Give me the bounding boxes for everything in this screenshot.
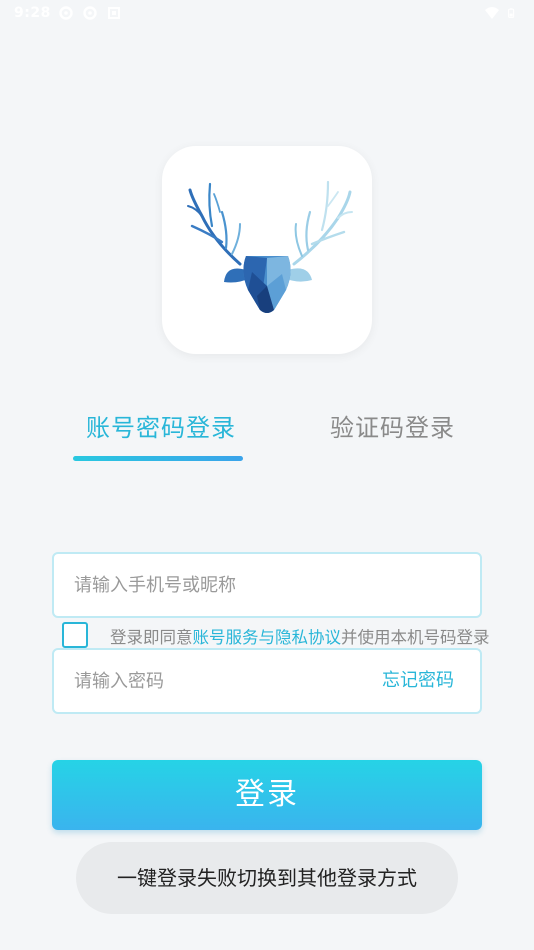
phone-field — [52, 552, 482, 618]
status-bar: 9:28 — [0, 0, 534, 28]
gear-icon — [83, 6, 97, 20]
switch-login-method-button[interactable]: 一键登录失败切换到其他登录方式 — [76, 842, 458, 914]
app-logo-card — [162, 146, 372, 354]
square-icon — [108, 7, 120, 19]
gear-icon — [59, 6, 73, 20]
status-icons-right — [484, 5, 518, 21]
tab-code-login[interactable]: 验证码登录 — [330, 408, 455, 448]
wifi-icon — [485, 7, 499, 19]
status-icons-left — [58, 5, 122, 21]
forgot-password-link[interactable]: 忘记密码 — [382, 650, 454, 712]
agreement-suffix: 并使用本机号码登录 — [341, 628, 490, 647]
agreement-row: 登录即同意账号服务与隐私协议并使用本机号码登录 — [62, 622, 532, 648]
deer-logo-icon — [187, 180, 353, 313]
tab-password-login[interactable]: 账号密码登录 — [86, 408, 236, 448]
agreement-checkbox[interactable] — [62, 622, 88, 648]
password-field: 忘记密码 — [52, 648, 482, 714]
phone-input[interactable] — [74, 554, 374, 616]
login-button[interactable]: 登录 — [52, 760, 482, 830]
password-input[interactable] — [74, 650, 374, 712]
agreement-link[interactable]: 账号服务与隐私协议 — [193, 628, 342, 647]
agreement-prefix: 登录即同意 — [110, 628, 193, 647]
battery-icon — [508, 8, 515, 18]
status-time: 9:28 — [14, 5, 51, 21]
agreement-text: 登录即同意账号服务与隐私协议并使用本机号码登录 — [110, 624, 490, 648]
active-tab-indicator — [73, 456, 243, 461]
